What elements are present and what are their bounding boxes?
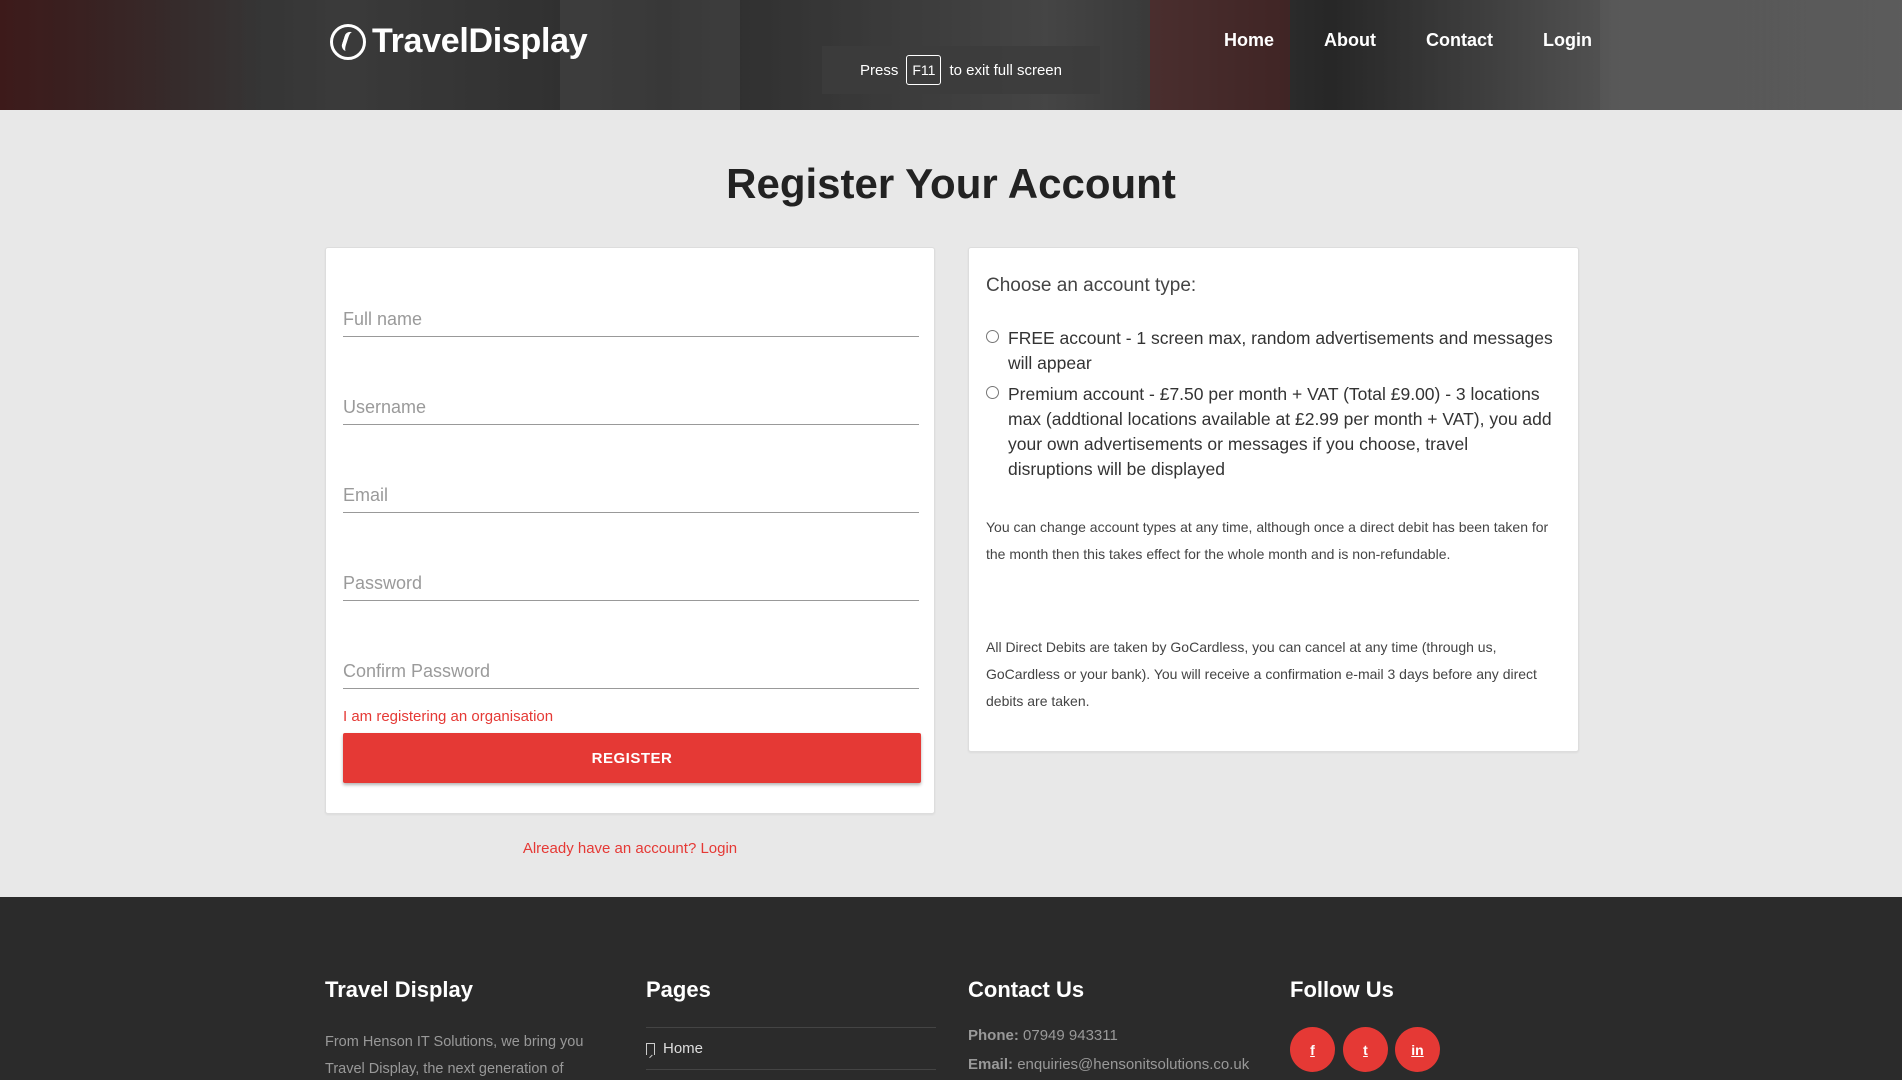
nav-home[interactable]: Home — [1224, 30, 1274, 51]
free-account-radio[interactable] — [986, 330, 999, 343]
email-value[interactable]: enquiries@hensonitsolutions.co.uk — [1017, 1056, 1249, 1073]
email-input[interactable] — [343, 479, 919, 513]
premium-account-radio[interactable] — [986, 386, 999, 399]
site-footer: Travel Display From Henson IT Solutions,… — [0, 897, 1902, 1080]
account-type-panel: Choose an account type: FREE account - 1… — [968, 247, 1579, 752]
premium-account-label: Premium account - £7.50 per month + VAT … — [1008, 384, 1552, 479]
page-title: Register Your Account — [726, 160, 1176, 207]
registration-form: I am registering an organisation REGISTE… — [325, 247, 935, 814]
email-label: Email: — [968, 1056, 1014, 1073]
main-nav: Home About Contact Login — [1224, 30, 1642, 51]
footer-contact-heading: Contact Us — [968, 977, 1085, 1002]
logo-icon — [330, 23, 366, 60]
nav-contact[interactable]: Contact — [1426, 30, 1493, 51]
bookmark-icon — [646, 1042, 655, 1055]
footer-link-home-label: Home — [663, 1040, 704, 1057]
confirm-password-input[interactable] — [343, 655, 919, 689]
site-logo[interactable]: TravelDisplay — [330, 22, 588, 61]
facebook-icon[interactable]: f — [1290, 1027, 1335, 1072]
footer-pages-heading: Pages — [646, 977, 711, 1002]
footer-about-heading: Travel Display — [325, 977, 473, 1002]
login-link[interactable]: Already have an account? Login — [325, 840, 935, 857]
register-button[interactable]: REGISTER — [343, 733, 921, 783]
password-input[interactable] — [343, 567, 919, 601]
username-input[interactable] — [343, 391, 919, 425]
footer-follow-heading: Follow Us — [1290, 977, 1394, 1002]
fullscreen-notice: Press F11 to exit full screen — [822, 46, 1100, 94]
logo-text: TravelDisplay — [372, 22, 588, 60]
linkedin-icon[interactable]: in — [1395, 1027, 1440, 1072]
site-header: TravelDisplay Press F11 to exit full scr… — [0, 0, 1902, 110]
account-change-note: You can change account types at any time… — [986, 519, 1549, 562]
full-name-input[interactable] — [343, 303, 919, 337]
free-account-option[interactable]: FREE account - 1 screen max, random adve… — [986, 326, 1556, 376]
footer-link-home[interactable]: Home — [646, 1040, 936, 1057]
twitter-icon[interactable]: t — [1343, 1027, 1388, 1072]
organisation-link[interactable]: I am registering an organisation — [343, 708, 553, 725]
nav-login[interactable]: Login — [1543, 30, 1592, 51]
free-account-label: FREE account - 1 screen max, random adve… — [1008, 328, 1553, 373]
premium-account-option[interactable]: Premium account - £7.50 per month + VAT … — [986, 382, 1556, 482]
fullscreen-notice-prefix: Press — [860, 61, 899, 79]
footer-email: Email: enquiries@hensonitsolutions.co.uk — [968, 1056, 1249, 1073]
direct-debit-note: All Direct Debits are taken by GoCardles… — [986, 639, 1537, 709]
phone-value: 07949 943311 — [1023, 1027, 1118, 1044]
fullscreen-key: F11 — [906, 55, 942, 85]
footer-about-text: From Henson IT Solutions, we bring you T… — [325, 1034, 584, 1077]
account-type-heading: Choose an account type: — [986, 275, 1197, 296]
nav-about[interactable]: About — [1324, 30, 1376, 51]
footer-phone: Phone: 07949 943311 — [968, 1027, 1118, 1044]
footer-pages-list: Home — [646, 1027, 936, 1070]
phone-label: Phone: — [968, 1027, 1019, 1044]
fullscreen-notice-suffix: to exit full screen — [949, 61, 1062, 79]
